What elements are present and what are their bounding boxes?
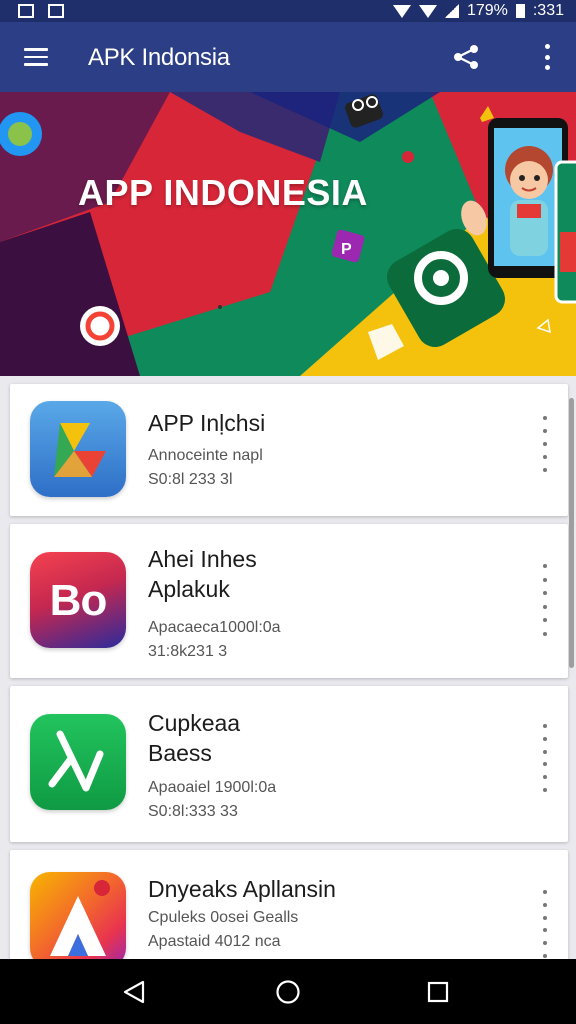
app-list: APP Inḷchsi Annoceinte napl S0:8l 233 3l… [0,376,576,959]
list-item[interactable]: APP Inḷchsi Annoceinte napl S0:8l 233 3l [10,384,568,516]
app-meta: S0:8l:333 33 [148,803,238,820]
more-vert-icon[interactable] [540,564,550,636]
menu-icon[interactable] [24,48,48,66]
more-vert-icon[interactable] [540,890,550,958]
battery-icon [515,4,525,18]
more-vert-icon[interactable] [540,416,550,472]
wifi-icon [392,4,411,18]
list-item[interactable]: Bo Ahei Inhes Aplakuk Apacaeca1000l:0a 3… [10,524,568,678]
app-bar: APK Indonsia [0,22,576,92]
list-item-text: Cupkeaa Baess Apaoaiel 1900l:0a S0:8l:33… [148,708,508,824]
notification-icon [48,4,64,18]
recent-apps-icon[interactable] [427,981,449,1003]
wifi-icon [418,4,437,18]
navigation-bar [0,959,576,1024]
list-item-text: Dnyeaks Apllansin Cpuleks 0osei Gealls A… [148,874,508,954]
app-name: Cupkeaa [148,710,241,736]
home-icon[interactable] [275,979,301,1005]
bo-app-icon: Bo [30,552,126,648]
share-icon[interactable] [452,44,480,70]
banner-art: P [0,92,576,376]
banner-title: APP INDONESIA [78,172,368,213]
status-bar: 179% :331 [0,0,576,22]
list-item[interactable]: Cupkeaa Baess Apaoaiel 1900l:0a S0:8l:33… [10,686,568,842]
hero-banner: P APP INDONESIA [0,92,576,376]
more-vert-icon[interactable] [540,44,554,70]
bo-app-label: Bo [49,576,108,625]
app-name: Ahei Inhes [148,546,257,572]
app-meta: Apacaeca1000l:0a [148,619,281,636]
svg-text:P: P [341,241,352,258]
battery-percent: 179% [466,2,508,19]
back-icon[interactable] [121,979,147,1005]
scrollbar[interactable] [569,398,574,668]
more-vert-icon[interactable] [540,724,550,792]
app-meta: Cpuleks 0osei Gealls [148,909,299,926]
app-name: Aplakuk [148,576,230,602]
list-item-text: APP Inḷchsi Annoceinte napl S0:8l 233 3l [148,408,508,492]
app-name: Dnyeaks Apllansin [148,876,336,902]
status-right: 179% :331 [392,2,564,20]
notification-icon [18,4,34,18]
signal-icon [444,4,459,18]
list-item-text: Ahei Inhes Aplakuk Apacaeca1000l:0a 31:8… [148,544,508,664]
app-meta: 31:8k231 3 [148,643,228,660]
colorful-app-icon [30,872,126,959]
clock: :331 [532,2,564,19]
status-left [18,4,64,18]
app-title: APK Indonsia [88,44,230,71]
screen: 179% :331 APK Indonsia P APP INDONESIA A… [0,0,576,1024]
app-name: APP Inḷchsi [148,410,266,436]
app-meta: S0:8l 233 3l [148,471,233,488]
app-meta: Apaoaiel 1900l:0a [148,779,277,796]
app-name: Baess [148,740,212,766]
app-meta: Apastaid 4012 nca [148,933,281,950]
app-meta: Annoceinte napl [148,447,263,464]
green-app-icon [30,714,126,810]
list-item[interactable]: Dnyeaks Apllansin Cpuleks 0osei Gealls A… [10,850,568,959]
drive-app-icon [30,401,126,497]
